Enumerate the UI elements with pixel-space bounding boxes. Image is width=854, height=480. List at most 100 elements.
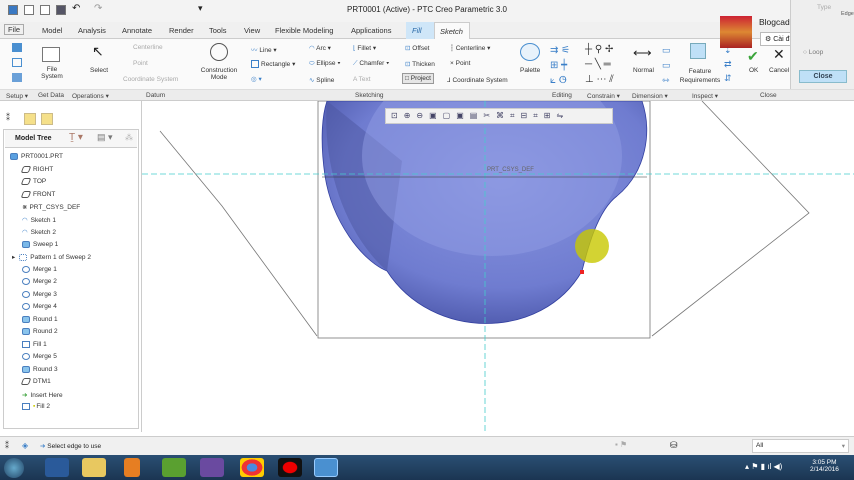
ellipse-button[interactable]: ⬭ Ellipse ▾: [309, 60, 341, 68]
feature-requirements-button[interactable]: Feature Requirements: [678, 67, 722, 85]
select-button[interactable]: Select: [90, 67, 108, 74]
tree-item[interactable]: Round 3: [22, 366, 58, 373]
tree-item[interactable]: Merge 4: [22, 303, 57, 310]
tree-item-part[interactable]: PRT0001.PRT: [10, 153, 63, 160]
tree-filter-icon[interactable]: ⁂: [125, 133, 133, 142]
selection-filter-dropdown[interactable]: All ▾: [752, 439, 849, 453]
references-icon[interactable]: [12, 58, 22, 67]
rectangle-button[interactable]: Rectangle ▾: [251, 60, 295, 69]
datum-plane-icon: [20, 178, 32, 185]
file-system-button[interactable]: File System: [38, 66, 66, 80]
folder-browser-tab-icon[interactable]: [24, 113, 36, 125]
view-toolbar[interactable]: ⊡⊕⊖▣▢▣▤✂⌘⌗⊟⌗⊞⇋: [385, 108, 613, 124]
thicken-button[interactable]: ⊡ Thicken: [405, 60, 435, 68]
setup-icon[interactable]: [12, 43, 22, 52]
csys-icon: ⋇: [22, 204, 28, 211]
tab-render[interactable]: Render: [169, 26, 194, 35]
tab-tools[interactable]: Tools: [209, 26, 227, 35]
circle-button[interactable]: ◎ ▾: [251, 75, 262, 83]
status-graphics-icon[interactable]: ◈: [22, 441, 28, 450]
find-binoculars-icon[interactable]: ⛁: [670, 440, 678, 451]
tree-item[interactable]: Fill 1: [22, 341, 47, 348]
graphics-window[interactable]: PRT_CSYS_DEF ⊡⊕⊖▣▢▣▤✂⌘⌗⊟⌗⊞⇋: [142, 56, 854, 432]
tree-item[interactable]: ◠ Sketch 1: [22, 216, 56, 224]
tree-settings-icon[interactable]: Ṯ ▾: [69, 132, 83, 143]
tree-item[interactable]: ▸ Pattern 1 of Sweep 2: [12, 253, 91, 261]
group-constrain[interactable]: Constrain ▾: [587, 92, 620, 100]
tree-item[interactable]: Sweep 1: [22, 241, 58, 248]
taskbar-chrome-icon[interactable]: [240, 458, 264, 477]
point-button[interactable]: Point: [133, 60, 148, 67]
taskbar-coccoc-icon[interactable]: [162, 458, 186, 477]
chamfer-button[interactable]: ⟋ Chamfer ▾: [353, 60, 389, 68]
construction-mode-button[interactable]: Construction Mode: [198, 67, 240, 81]
group-inspect[interactable]: Inspect ▾: [692, 92, 718, 100]
group-setup[interactable]: Setup ▾: [6, 92, 28, 100]
taskbar-media-icon[interactable]: [124, 458, 140, 477]
flag-icon[interactable]: ▪ ⚑: [615, 440, 627, 449]
tree-item[interactable]: Merge 5: [22, 353, 57, 360]
feature-requirements-label: Feature Requirements: [679, 68, 721, 84]
tree-item[interactable]: TOP: [20, 178, 46, 185]
palette-button[interactable]: Palette: [520, 67, 540, 74]
model-tree-tab-icon[interactable]: ⁑: [6, 113, 18, 125]
taskbar-creo-icon[interactable]: [314, 458, 338, 477]
fillet-button[interactable]: ⌊ Fillet ▾: [353, 44, 376, 52]
taskbar-recorder-icon[interactable]: [278, 458, 302, 477]
ok-button[interactable]: OK: [749, 67, 758, 74]
constrain-tools[interactable]: ┼ ⚲ ✢ ─ ╲ ═ ⊥ ⋯ ⫽: [585, 42, 614, 87]
normal-dimension-button[interactable]: Normal: [633, 67, 654, 74]
inspect-tools[interactable]: ⇣ ⇄ ⇵: [724, 43, 732, 85]
tree-columns-icon[interactable]: ▤ ▾: [97, 132, 113, 143]
group-dimension[interactable]: Dimension ▾: [632, 92, 668, 100]
editing-tools[interactable]: ⇉ ⚟ ⊞ ┿ ⟀ ◷: [550, 43, 570, 88]
taskbar-ie-icon[interactable]: [45, 458, 69, 477]
tab-fill[interactable]: Fill: [406, 22, 434, 39]
tree-item[interactable]: Round 1: [22, 316, 58, 323]
status-tree-icon[interactable]: ⁑: [5, 441, 9, 450]
coordinate-system-geometry-button[interactable]: ⅃ Coordinate System: [447, 76, 508, 84]
tab-applications[interactable]: Applications: [351, 26, 391, 35]
tab-model[interactable]: Model: [42, 26, 62, 35]
tab-view[interactable]: View: [244, 26, 260, 35]
point-geometry-button[interactable]: × Point: [450, 60, 470, 67]
tab-flexible-modeling[interactable]: Flexible Modeling: [275, 26, 333, 35]
project-button[interactable]: □ Project: [402, 73, 434, 84]
text-button[interactable]: A Text: [353, 76, 371, 83]
tree-item[interactable]: Round 2: [22, 328, 58, 335]
group-operations[interactable]: Operations ▾: [72, 92, 109, 100]
favorites-tab-icon[interactable]: [41, 113, 53, 125]
centerline-button[interactable]: Centerline: [133, 44, 163, 51]
tab-file[interactable]: File: [4, 24, 25, 35]
tree-item[interactable]: Merge 2: [22, 278, 57, 285]
dimension-tools[interactable]: ▭ ▭ ⇿: [662, 43, 671, 88]
tree-item[interactable]: FRONT: [20, 191, 55, 198]
line-button[interactable]: 〰 Line ▾: [251, 44, 277, 54]
tree-item[interactable]: DTM1: [20, 378, 51, 385]
tree-item[interactable]: ▪Fill 2: [22, 403, 50, 410]
tab-analysis[interactable]: Analysis: [78, 26, 106, 35]
tree-item[interactable]: Merge 1: [22, 266, 57, 273]
close-dialog-button[interactable]: Close: [799, 70, 847, 83]
tab-annotate[interactable]: Annotate: [122, 26, 152, 35]
system-tray-icons[interactable]: ▴ ⚑ ▮ ıl ◀): [745, 462, 782, 471]
sketch-view-icon[interactable]: [12, 73, 22, 82]
cancel-button[interactable]: Cancel: [769, 67, 790, 74]
tree-item[interactable]: ⋇ PRT_CSYS_DEF: [22, 203, 80, 211]
tree-item[interactable]: RIGHT: [20, 166, 53, 173]
start-button[interactable]: [4, 458, 24, 478]
expand-icon[interactable]: ▸: [12, 254, 15, 261]
loop-radio[interactable]: ○ Loop: [803, 49, 823, 56]
offset-button[interactable]: ⊡ Offset: [405, 44, 430, 52]
taskbar-vs-icon[interactable]: [200, 458, 224, 477]
arc-button[interactable]: ◠ Arc ▾: [309, 44, 331, 52]
coordinate-system-button[interactable]: Coordinate System: [123, 76, 178, 83]
tree-item-insert-here[interactable]: ➔ Insert Here: [22, 391, 63, 399]
taskbar-explorer-icon[interactable]: [82, 458, 106, 477]
tree-item[interactable]: ◠ Sketch 2: [22, 228, 56, 236]
spline-button[interactable]: ∿ Spline: [309, 76, 334, 84]
centerline-geometry-button[interactable]: ┆ Centerline ▾: [450, 44, 490, 52]
tab-sketch[interactable]: Sketch: [434, 22, 470, 40]
clock[interactable]: 3:05 PM 2/14/2016: [810, 459, 839, 473]
tree-item[interactable]: Merge 3: [22, 291, 57, 298]
